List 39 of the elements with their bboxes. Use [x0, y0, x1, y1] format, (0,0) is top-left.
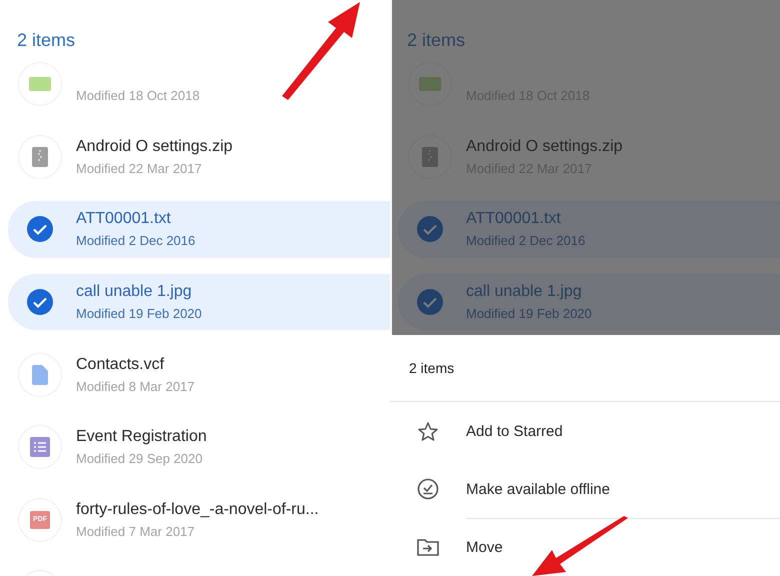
file-row-selected[interactable]: ATT00001.txt Modified 2 Dec 2016: [8, 201, 390, 258]
checkmark-icon: [27, 216, 53, 242]
file-row[interactable]: Android O settings.zip Modified 22 Mar 2017: [8, 128, 390, 186]
checkmark-icon: [417, 216, 443, 242]
file-name: call unable 1.jpg: [76, 283, 193, 302]
sheet-action[interactable]: Make available offline: [466, 460, 780, 518]
form-icon: [30, 437, 50, 458]
zip-file-icon: [32, 146, 48, 167]
zip-file-icon: [422, 146, 438, 167]
modified-date: Modified 8 Mar 2017: [76, 378, 195, 394]
file-name: Android O settings.zip: [76, 138, 233, 156]
file-name: ATT00001.txt: [76, 210, 172, 228]
checkmark-icon: [417, 289, 443, 316]
file-row-selected[interactable]: call unable 1.jpg Modified 19 Feb 2020: [8, 274, 390, 330]
file-name: Event Registration: [76, 428, 207, 446]
modified-date: Modified 19 Feb 2020: [466, 306, 592, 322]
file-row[interactable]: Event Registration Modified 29 Sep 2020: [8, 418, 390, 476]
image-file-icon: [29, 77, 51, 92]
modified-date: Modified 18 Oct 2018: [76, 88, 200, 103]
image-file-icon: [419, 77, 441, 92]
modified-date: Modified 2 Dec 2016: [466, 233, 586, 248]
modified-date: Modified 29 Sep 2020: [76, 451, 204, 466]
document-icon: [32, 364, 48, 385]
checkmark-icon: [27, 289, 53, 316]
modified-date: Modified 19 Feb 2020: [76, 306, 202, 322]
sheet-action[interactable]: Add to Starred: [466, 402, 780, 460]
modified-date: Modified 7 Mar 2017: [76, 524, 196, 539]
file-row[interactable]: Contacts.vcf Modified 8 Mar 2017: [8, 346, 390, 403]
file-name: Contacts.vcf: [76, 356, 166, 374]
folder-move-icon: [417, 538, 439, 556]
file-name: forty-rules-of-love_-a-novel-of-ru...: [76, 500, 319, 519]
star-icon: [418, 422, 438, 440]
modified-date: Modified 22 Mar 2017: [76, 160, 203, 176]
offline-check-icon: [417, 478, 439, 500]
modified-date: Modified 2 Dec 2016: [76, 233, 196, 248]
file-name: Android O settings.zip: [466, 138, 623, 156]
file-name: ATT00001.txt: [466, 210, 562, 228]
file-name: call unable 1.jpg: [466, 283, 583, 302]
sheet-title: 2 items: [390, 335, 780, 402]
